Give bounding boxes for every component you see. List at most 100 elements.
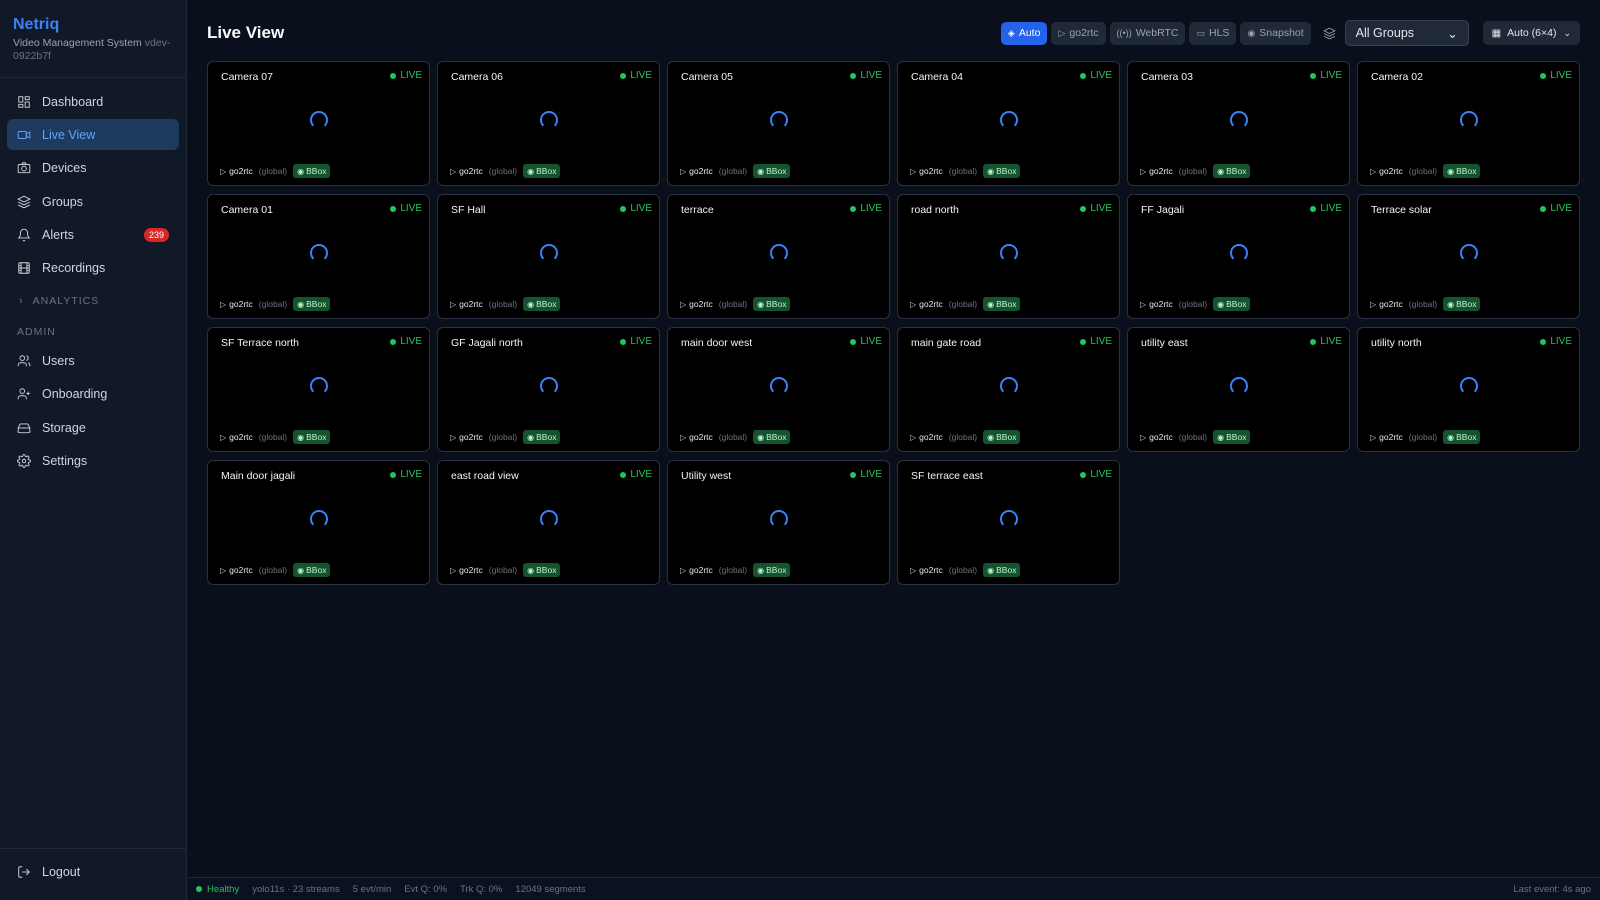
bbox-toggle[interactable]: ◉ BBox <box>1443 164 1481 178</box>
broadcast-icon: ((•)) <box>1116 28 1132 38</box>
bbox-toggle[interactable]: ◉ BBox <box>293 164 331 178</box>
live-dot <box>390 471 397 478</box>
camera-tile[interactable]: Camera 04 LIVE ▷ go2rtc (global) ◉ BBox <box>897 61 1120 186</box>
mode-button-auto[interactable]: ◈ Auto <box>1000 21 1048 45</box>
loading-spinner-icon <box>999 243 1018 262</box>
live-dot <box>620 338 627 345</box>
tile-footer: ▷ go2rtc (global) ◉ BBox <box>680 430 791 444</box>
camera-tile[interactable]: Camera 01 LIVE ▷ go2rtc (global) ◉ BBox <box>207 194 430 319</box>
bbox-toggle[interactable]: ◉ BBox <box>753 164 791 178</box>
mode-button-go2rtc[interactable]: ▷ go2rtc <box>1051 21 1106 45</box>
sidebar-item-storage[interactable]: Storage <box>7 412 179 443</box>
live-dot <box>850 338 857 345</box>
bbox-toggle[interactable]: ◉ BBox <box>1443 297 1481 311</box>
camera-tile[interactable]: SF terrace east LIVE ▷ go2rtc (global) ◉ BBox <box>897 460 1120 585</box>
sidebar-item-groups[interactable]: Groups <box>7 186 179 217</box>
stream-protocol: go2rtc <box>229 565 253 575</box>
camera-icon: ◉ <box>1247 27 1256 38</box>
sidebar-item-users[interactable]: Users <box>7 345 179 376</box>
logout-label: Logout <box>42 865 81 880</box>
bbox-toggle[interactable]: ◉ BBox <box>1213 430 1251 444</box>
tile-footer: ▷ go2rtc (global) ◉ BBox <box>450 563 561 577</box>
bbox-label: BBox <box>1226 166 1247 176</box>
sidebar-item-alerts[interactable]: Alerts 239 <box>7 220 179 251</box>
play-icon: ▷ <box>680 299 687 309</box>
play-icon: ▷ <box>1140 299 1147 309</box>
sidebar-item-recordings[interactable]: Recordings <box>7 253 179 284</box>
sidebar-item-devices[interactable]: Devices <box>7 153 179 184</box>
bbox-toggle[interactable]: ◉ BBox <box>983 297 1021 311</box>
camera-tile[interactable]: FF Jagali LIVE ▷ go2rtc (global) ◉ BBox <box>1127 194 1350 319</box>
bbox-toggle[interactable]: ◉ BBox <box>523 430 561 444</box>
camera-tile[interactable]: Terrace solar LIVE ▷ go2rtc (global) ◉ BBox <box>1357 194 1580 319</box>
camera-tile[interactable]: utility east LIVE ▷ go2rtc (global) ◉ BBox <box>1127 327 1350 452</box>
camera-name: Camera 07 <box>221 71 273 83</box>
sidebar-item-label: Storage <box>42 420 86 435</box>
loading-spinner-icon <box>769 509 788 528</box>
eye-icon: ◉ <box>987 432 995 442</box>
bbox-toggle[interactable]: ◉ BBox <box>983 430 1021 444</box>
stream-scope: (global) <box>718 166 748 176</box>
bbox-toggle[interactable]: ◉ BBox <box>293 430 331 444</box>
bbox-label: BBox <box>306 432 327 442</box>
camera-tile[interactable]: Camera 03 LIVE ▷ go2rtc (global) ◉ BBox <box>1127 61 1350 186</box>
camera-tile[interactable]: Camera 05 LIVE ▷ go2rtc (global) ◉ BBox <box>667 61 890 186</box>
stream-scope: (global) <box>258 166 288 176</box>
camera-tile[interactable]: Main door jagali LIVE ▷ go2rtc (global) ◉ BBox <box>207 460 430 585</box>
bbox-toggle[interactable]: ◉ BBox <box>1213 164 1251 178</box>
bbox-toggle[interactable]: ◉ BBox <box>523 164 561 178</box>
sidebar-item-dashboard[interactable]: Dashboard <box>7 86 179 117</box>
bbox-toggle[interactable]: ◉ BBox <box>983 164 1021 178</box>
bbox-toggle[interactable]: ◉ BBox <box>523 297 561 311</box>
stream-scope: (global) <box>488 565 518 575</box>
camera-tile[interactable]: utility north LIVE ▷ go2rtc (global) ◉ BBox <box>1357 327 1580 452</box>
mode-button-webrtc[interactable]: ((•)) WebRTC <box>1109 21 1186 45</box>
camera-tile[interactable]: Camera 06 LIVE ▷ go2rtc (global) ◉ BBox <box>437 61 660 186</box>
play-icon: ▷ <box>1140 166 1147 176</box>
stream-scope: (global) <box>1408 432 1438 442</box>
analytics-section-toggle[interactable]: › ANALYTICS <box>7 286 179 316</box>
play-icon: ▷ <box>450 565 457 575</box>
sidebar-item-onboarding[interactable]: Onboarding <box>7 379 179 410</box>
bbox-toggle[interactable]: ◉ BBox <box>293 297 331 311</box>
bbox-toggle[interactable]: ◉ BBox <box>983 563 1021 577</box>
camera-tile[interactable]: road north LIVE ▷ go2rtc (global) ◉ BBox <box>897 194 1120 319</box>
camera-tile[interactable]: GF Jagali north LIVE ▷ go2rtc (global) ◉ BBox <box>437 327 660 452</box>
stream-protocol: go2rtc <box>1379 166 1403 176</box>
live-label: LIVE <box>630 469 652 480</box>
camera-tile[interactable]: Camera 02 LIVE ▷ go2rtc (global) ◉ BBox <box>1357 61 1580 186</box>
camera-tile[interactable]: main gate road LIVE ▷ go2rtc (global) ◉ BBox <box>897 327 1120 452</box>
stream-protocol: go2rtc <box>1149 299 1173 309</box>
bbox-toggle[interactable]: ◉ BBox <box>753 297 791 311</box>
live-label: LIVE <box>1550 203 1572 214</box>
camera-tile[interactable]: main door west LIVE ▷ go2rtc (global) ◉ BBox <box>667 327 890 452</box>
logout-button[interactable]: Logout <box>7 857 179 888</box>
camera-tile[interactable]: east road view LIVE ▷ go2rtc (global) ◉ BBox <box>437 460 660 585</box>
grid-layout-value: Auto (6×4) <box>1507 27 1557 39</box>
group-select[interactable]: All Groups ⌄ <box>1344 20 1469 46</box>
grid-layout-select[interactable]: ▦ Auto (6×4) ⌄ <box>1482 21 1580 45</box>
sidebar-item-settings[interactable]: Settings <box>7 446 179 477</box>
camera-tile[interactable]: Utility west LIVE ▷ go2rtc (global) ◉ BBox <box>667 460 890 585</box>
bbox-toggle[interactable]: ◉ BBox <box>293 563 331 577</box>
bbox-toggle[interactable]: ◉ BBox <box>1213 297 1251 311</box>
camera-tile[interactable]: terrace LIVE ▷ go2rtc (global) ◉ BBox <box>667 194 890 319</box>
stream-scope: (global) <box>718 299 748 309</box>
live-indicator: LIVE <box>390 203 422 214</box>
sidebar-item-live-view[interactable]: Live View <box>7 119 179 151</box>
bbox-toggle[interactable]: ◉ BBox <box>753 563 791 577</box>
tile-footer: ▷ go2rtc (global) ◉ BBox <box>450 297 561 311</box>
tile-footer: ▷ go2rtc (global) ◉ BBox <box>910 164 1021 178</box>
camera-tile[interactable]: SF Terrace north LIVE ▷ go2rtc (global) ◉ BBox <box>207 327 430 452</box>
last-event: Last event: 4s ago <box>1513 883 1591 895</box>
camera-tile[interactable]: SF Hall LIVE ▷ go2rtc (global) ◉ BBox <box>437 194 660 319</box>
eye-icon: ◉ <box>297 432 305 442</box>
mode-button-hls[interactable]: ▭ HLS <box>1189 21 1237 45</box>
eye-icon: ◉ <box>1217 432 1225 442</box>
bbox-toggle[interactable]: ◉ BBox <box>523 563 561 577</box>
eye-icon: ◉ <box>987 565 995 575</box>
mode-button-snapshot[interactable]: ◉ Snapshot <box>1240 21 1311 45</box>
camera-tile[interactable]: Camera 07 LIVE ▷ go2rtc (global) ◉ BBox <box>207 61 430 186</box>
bbox-toggle[interactable]: ◉ BBox <box>1443 430 1481 444</box>
bbox-toggle[interactable]: ◉ BBox <box>753 430 791 444</box>
